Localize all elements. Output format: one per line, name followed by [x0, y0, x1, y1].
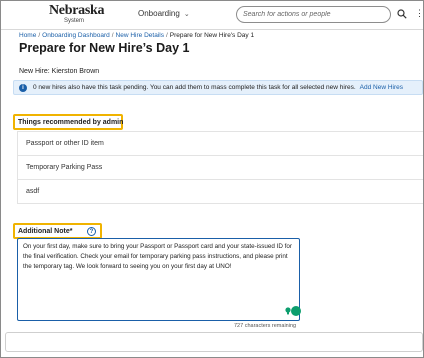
banner-message: 0 new hires also have this task pending.…: [33, 84, 403, 91]
banner-text: 0 new hires also have this task pending.…: [33, 84, 356, 91]
logo-wordmark: Nebraska: [49, 3, 105, 18]
breadcrumb-home[interactable]: Home: [19, 32, 36, 39]
breadcrumb-new-hire-details[interactable]: New Hire Details: [116, 32, 164, 39]
search-icon[interactable]: [397, 9, 407, 19]
add-new-hires-link[interactable]: Add New Hires: [360, 84, 403, 91]
required-marker: *: [69, 228, 73, 235]
top-bar: Nebraska System Onboarding ⌄ ⋮: [1, 1, 424, 30]
info-banner: i 0 new hires also have this task pendin…: [13, 80, 423, 95]
logo-subtitle: System: [63, 18, 84, 24]
bottom-action-bar: [5, 332, 423, 352]
additional-note-header: Additional Note* ?: [13, 223, 102, 239]
module-menu[interactable]: Onboarding ⌄: [138, 9, 190, 18]
breadcrumb-separator: /: [165, 32, 168, 39]
new-hire-name: New Hire: Kierston Brown: [19, 68, 100, 75]
recommended-section-header: Things recommended by admin: [13, 114, 123, 130]
breadcrumb: Home / Onboarding Dashboard / New Hire Detai…: [19, 32, 254, 39]
chevron-down-icon: ⌄: [183, 10, 190, 18]
recommended-label: Things recommended by admin: [18, 119, 124, 126]
additional-note-label-text: Additional Note: [18, 228, 70, 235]
character-count: 727 characters remaining: [234, 323, 297, 329]
additional-note-label: Additional Note*: [18, 228, 72, 235]
search-input[interactable]: [243, 8, 388, 21]
additional-note-text[interactable]: On your first day, make sure to bring yo…: [23, 242, 297, 271]
recommended-item-asdf[interactable]: asdf: [17, 180, 423, 204]
breadcrumb-separator: /: [111, 32, 114, 39]
recommended-list: Passport or other ID item Temporary Park…: [17, 131, 423, 204]
nebraska-logo[interactable]: Nebraska System: [49, 3, 105, 27]
more-menu-icon[interactable]: ⋮: [415, 8, 424, 19]
breadcrumb-separator: /: [38, 32, 41, 39]
recommended-item-passport[interactable]: Passport or other ID item: [17, 132, 423, 156]
breadcrumb-current: Prepare for New Hire's Day 1: [169, 32, 255, 39]
additional-note-textarea[interactable]: On your first day, make sure to bring yo…: [17, 238, 301, 321]
help-icon[interactable]: ?: [87, 227, 96, 236]
writing-assistant-tools: [284, 306, 301, 316]
page-title: Prepare for New Hire’s Day 1: [19, 41, 190, 55]
grammar-checker-icon[interactable]: [291, 306, 301, 316]
breadcrumb-onboarding-dashboard[interactable]: Onboarding Dashboard: [42, 32, 110, 39]
search-box[interactable]: [236, 6, 391, 23]
recommended-item-parking-pass[interactable]: Temporary Parking Pass: [17, 156, 423, 180]
info-icon: i: [19, 84, 27, 92]
module-menu-label: Onboarding: [138, 9, 180, 18]
